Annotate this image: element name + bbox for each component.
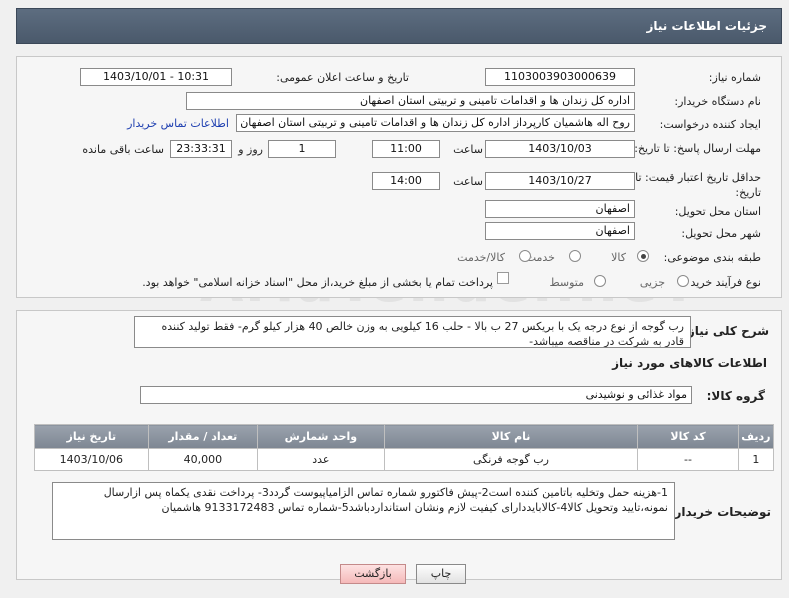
cell-name: رب گوجه فرنگی	[383, 448, 639, 471]
cell-code: --	[637, 448, 739, 471]
need-number-label: شماره نیاز:	[708, 71, 761, 84]
cell-row: 1	[737, 448, 775, 471]
treasury-checkbox[interactable]	[497, 272, 509, 284]
city-label: شهر محل تحویل:	[681, 227, 761, 240]
days-label: روز و	[238, 143, 263, 156]
cell-unit: عدد	[256, 448, 385, 471]
back-button[interactable]: بازگشت	[340, 564, 406, 584]
buyer-notes-text: 1-هزینه حمل وتخلیه باتامین کننده است2-پی…	[52, 482, 675, 540]
goods-section-title: اطلاعات کالاهای مورد نیاز	[612, 356, 767, 370]
deadline-time-label: ساعت	[453, 143, 483, 156]
treasury-note: پرداخت تمام یا بخشی از مبلغ خرید،از محل …	[142, 276, 493, 289]
category-goods-label: کالا	[611, 251, 626, 264]
price-validity-time-field: 14:00	[372, 172, 440, 190]
process-medium-radio[interactable]	[594, 275, 606, 287]
page-title: جزئیات اطلاعات نیاز	[646, 19, 767, 33]
category-label: طبقه بندی موضوعی:	[663, 251, 761, 264]
cell-qty: 40,000	[147, 448, 258, 471]
deadline-date-field: 1403/10/03	[485, 140, 635, 158]
process-type-label: نوع فرآیند خرید :	[683, 276, 761, 289]
need-number-field: 1103003903000639	[485, 68, 635, 86]
col-qty: تعداد / مقدار	[147, 424, 258, 449]
announce-datetime-label: تاریخ و ساعت اعلان عمومی:	[276, 71, 409, 84]
days-remaining-field: 1	[268, 140, 336, 158]
buyer-org-field: اداره کل زندان ها و اقدامات تامینی و ترب…	[186, 92, 635, 110]
buyer-org-label: نام دستگاه خریدار:	[674, 95, 761, 108]
price-validity-label: حداقل تاریخ اعتبار قیمت: تا تاریخ:	[635, 171, 761, 199]
requester-field: روح اله هاشمیان کارپرداز اداره کل زندان …	[236, 114, 635, 132]
city-field: اصفهان	[485, 222, 635, 240]
buyer-contact-link[interactable]: اطلاعات تماس خریدار	[127, 117, 229, 130]
category-service-radio[interactable]	[569, 250, 581, 262]
print-button[interactable]: چاپ	[416, 564, 466, 584]
deadline-label: مهلت ارسال پاسخ: تا تاریخ:	[634, 142, 761, 155]
goods-table: ردیف کد کالا نام کالا واحد شمارش تعداد /…	[34, 424, 775, 471]
province-label: استان محل تحویل:	[674, 205, 761, 218]
category-goods-service-radio[interactable]	[519, 250, 531, 262]
summary-label: شرح کلی نیاز:	[683, 324, 769, 338]
remaining-time-label: ساعت باقی مانده	[82, 143, 164, 156]
price-validity-time-label: ساعت	[453, 175, 483, 188]
col-row: ردیف	[737, 424, 775, 449]
remaining-time-field: 23:33:31	[170, 140, 232, 158]
cell-date: 1403/10/06	[34, 448, 149, 471]
col-code: کد کالا	[637, 424, 739, 449]
process-medium-label: متوسط	[549, 276, 584, 289]
goods-group-field: مواد غذائی و نوشیدنی	[140, 386, 692, 404]
announce-datetime-field: 1403/10/01 - 10:31	[80, 68, 232, 86]
process-minor-radio[interactable]	[677, 275, 689, 287]
goods-group-label: گروه کالا:	[706, 389, 765, 403]
page-header: جزئیات اطلاعات نیاز	[16, 8, 782, 44]
buyer-notes-label: توضیحات خریدار:	[669, 505, 771, 519]
process-minor-label: جزیی	[639, 276, 665, 289]
col-unit: واحد شمارش	[256, 424, 385, 449]
province-field: اصفهان	[485, 200, 635, 218]
col-date: تاریخ نیاز	[34, 424, 149, 449]
price-validity-date-field: 1403/10/27	[485, 172, 635, 190]
deadline-time-field: 11:00	[372, 140, 440, 158]
category-goods-radio[interactable]	[637, 250, 649, 262]
table-row: 1 -- رب گوجه فرنگی عدد 40,000 1403/10/06	[34, 448, 775, 471]
col-name: نام کالا	[383, 424, 639, 449]
requester-label: ایجاد کننده درخواست:	[659, 118, 761, 131]
summary-text: رب گوجه از نوع درجه یک با بریکس 27 ب بال…	[134, 316, 691, 348]
category-goods-service-label: کالا/خدمت	[457, 251, 505, 264]
